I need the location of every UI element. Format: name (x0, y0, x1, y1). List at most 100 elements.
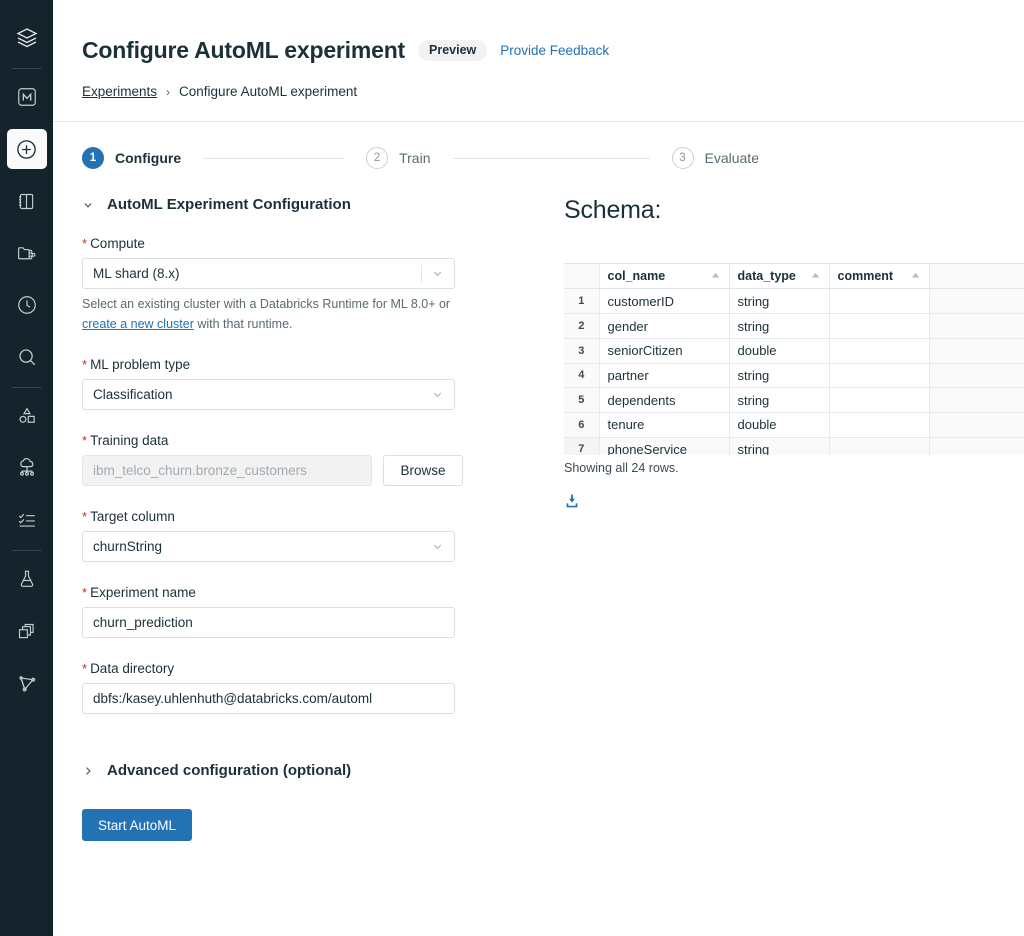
sort-ascending-icon[interactable] (710, 270, 721, 283)
notebook-icon[interactable] (7, 181, 47, 221)
start-automl-button[interactable]: Start AutoML (82, 809, 192, 841)
provide-feedback-link[interactable]: Provide Feedback (500, 43, 609, 58)
sidebar-divider-1 (12, 68, 42, 69)
download-icon[interactable] (564, 493, 580, 509)
table-row[interactable]: 1 customerID string (564, 289, 1024, 314)
sidebar-divider-3 (12, 550, 42, 551)
step-evaluate[interactable]: 3 Evaluate (672, 147, 759, 169)
step-configure[interactable]: 1 Configure (82, 147, 181, 169)
required-asterisk: * (82, 357, 87, 372)
step-3-badge: 3 (672, 147, 694, 169)
cell-comment (829, 314, 929, 339)
schema-column: Schema: (507, 196, 1024, 841)
wizard-stepper: 1 Configure 2 Train 3 Evaluate (82, 147, 1024, 169)
table-row[interactable]: 4 partner string (564, 363, 1024, 388)
automl-config-section-header[interactable]: AutoML Experiment Configuration (82, 196, 507, 213)
cell-filler (929, 289, 1024, 314)
table-row[interactable]: 6 tenure double (564, 412, 1024, 437)
field-compute: *Compute ML shard (8.x) (82, 236, 507, 334)
training-data-input[interactable]: ibm_telco_churn.bronze_customers (82, 455, 372, 486)
main-content: Configure AutoML experiment Preview Prov… (53, 0, 1024, 936)
chevron-down-icon (82, 199, 94, 211)
data-directory-value: dbfs:/kasey.uhlenhuth@databricks.com/aut… (93, 691, 444, 706)
table-row[interactable]: 3 seniorCitizen double (564, 338, 1024, 363)
compute-select[interactable]: ML shard (8.x) (82, 258, 455, 289)
recents-clock-icon[interactable] (7, 285, 47, 325)
preview-badge: Preview (418, 40, 487, 62)
compute-helper-prefix: Select an existing cluster with a Databr… (82, 297, 450, 311)
feature-store-graph-icon[interactable] (7, 663, 47, 703)
target-column-value: churnString (93, 539, 431, 554)
chevron-down-icon (431, 388, 444, 401)
cell-filler (929, 437, 1024, 455)
compute-helper-suffix: with that runtime. (194, 317, 293, 331)
field-data-directory: *Data directory dbfs:/kasey.uhlenhuth@da… (82, 661, 507, 714)
cell-comment (829, 289, 929, 314)
compute-cluster-icon[interactable] (7, 448, 47, 488)
experiments-flask-icon[interactable] (7, 559, 47, 599)
experiment-name-label-text: Experiment name (90, 585, 196, 600)
row-index: 2 (564, 314, 599, 339)
step-3-label: Evaluate (705, 150, 759, 166)
row-index: 1 (564, 289, 599, 314)
configure-body: AutoML Experiment Configuration *Compute… (82, 196, 1024, 841)
problem-type-value: Classification (93, 387, 431, 402)
create-new-cluster-link[interactable]: create a new cluster (82, 317, 194, 331)
chevron-down-icon (431, 540, 444, 553)
repos-folder-icon[interactable] (7, 233, 47, 273)
breadcrumb-experiments-link[interactable]: Experiments (82, 84, 157, 99)
databricks-logo-icon[interactable] (7, 18, 47, 58)
chevron-down-icon (431, 267, 444, 280)
workspace-m-icon[interactable] (7, 77, 47, 117)
training-data-placeholder: ibm_telco_churn.bronze_customers (93, 463, 361, 478)
step-1-label: Configure (115, 150, 181, 166)
step-train[interactable]: 2 Train (366, 147, 430, 169)
required-asterisk: * (82, 585, 87, 600)
cell-comment (829, 363, 929, 388)
target-column-select[interactable]: churnString (82, 531, 455, 562)
table-row[interactable]: 5 dependents string (564, 388, 1024, 413)
compute-select-divider (421, 265, 422, 282)
cell-col-name: partner (599, 363, 729, 388)
jobs-checklist-icon[interactable] (7, 500, 47, 540)
cell-col-name: tenure (599, 412, 729, 437)
column-header-col-name[interactable]: col_name (599, 264, 729, 289)
cell-data-type: double (729, 338, 829, 363)
sidebar-divider-2 (12, 387, 42, 388)
data-type-header-label: data_type (738, 269, 796, 283)
data-directory-input[interactable]: dbfs:/kasey.uhlenhuth@databricks.com/aut… (82, 683, 455, 714)
create-plus-icon[interactable] (7, 129, 47, 169)
cell-data-type: string (729, 289, 829, 314)
advanced-configuration-toggle[interactable]: Advanced configuration (optional) (82, 762, 507, 779)
column-header-data-type[interactable]: data_type (729, 264, 829, 289)
training-data-row: ibm_telco_churn.bronze_customers Browse (82, 455, 507, 486)
cell-filler (929, 388, 1024, 413)
row-index: 4 (564, 363, 599, 388)
ml-problem-type-select[interactable]: Classification (82, 379, 455, 410)
cell-col-name: customerID (599, 289, 729, 314)
search-icon[interactable] (7, 337, 47, 377)
cell-comment (829, 412, 929, 437)
schema-table-container[interactable]: col_name data_type (564, 263, 1024, 455)
cell-filler (929, 363, 1024, 388)
sort-ascending-icon[interactable] (810, 270, 821, 283)
breadcrumb: Experiments › Configure AutoML experimen… (82, 84, 1024, 99)
column-header-comment[interactable]: comment (829, 264, 929, 289)
experiment-name-value: churn_prediction (93, 615, 444, 630)
schema-table: col_name data_type (564, 264, 1024, 455)
cell-filler (929, 314, 1024, 339)
compute-label: *Compute (82, 236, 507, 251)
required-asterisk: * (82, 433, 87, 448)
left-nav-sidebar (0, 0, 53, 936)
sort-ascending-icon[interactable] (910, 270, 921, 283)
problem-type-label-text: ML problem type (90, 357, 190, 372)
field-training-data: *Training data ibm_telco_churn.bronze_cu… (82, 433, 507, 486)
data-shapes-icon[interactable] (7, 396, 47, 436)
table-row[interactable]: 7 phoneService string (564, 437, 1024, 455)
field-experiment-name: *Experiment name churn_prediction (82, 585, 507, 638)
models-stack-icon[interactable] (7, 611, 47, 651)
table-row[interactable]: 2 gender string (564, 314, 1024, 339)
experiment-name-input[interactable]: churn_prediction (82, 607, 455, 638)
page-title: Configure AutoML experiment (82, 38, 405, 63)
browse-button[interactable]: Browse (383, 455, 463, 486)
